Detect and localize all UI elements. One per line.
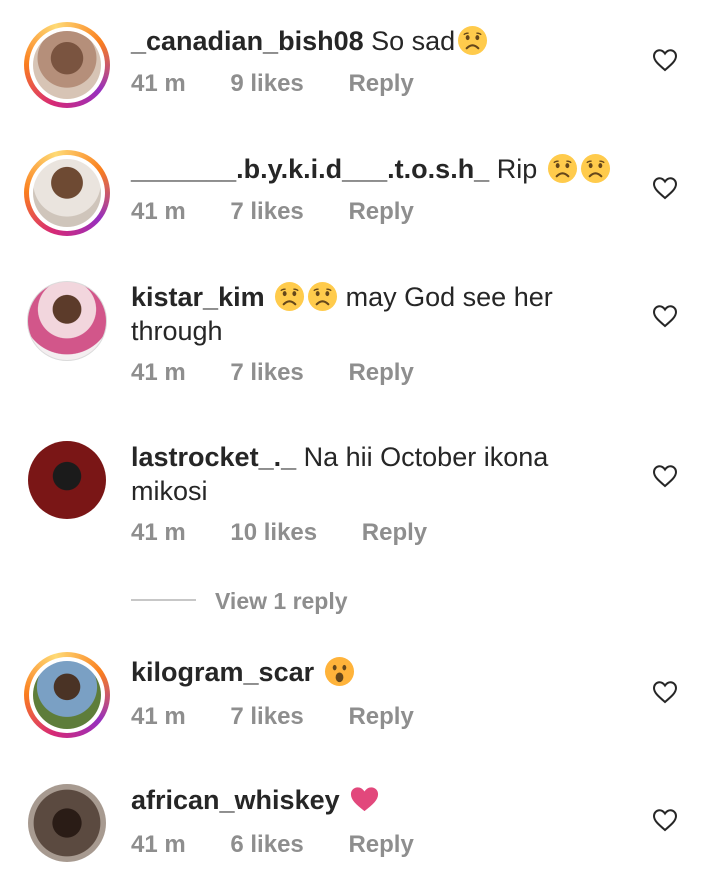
likes-count[interactable]: 6 likes <box>230 831 303 859</box>
username[interactable]: lastrocket_._ <box>131 442 296 472</box>
likes-count[interactable]: 7 likes <box>230 359 303 387</box>
avatar[interactable] <box>24 652 110 738</box>
sad-face-emoji-icon <box>580 153 611 184</box>
comment-body-cont: through <box>131 316 223 346</box>
comment-body: Rip <box>496 154 538 184</box>
timestamp: 41 m <box>131 70 186 97</box>
view-replies-label[interactable]: View 1 reply <box>215 588 348 615</box>
reply-button[interactable]: Reply <box>348 831 413 859</box>
sad-face-emoji-icon <box>547 153 578 184</box>
timestamp: 41 m <box>131 831 186 858</box>
username[interactable]: kilogram_scar <box>131 657 314 687</box>
likes-count[interactable]: 10 likes <box>230 519 317 547</box>
likes-count[interactable]: 7 likes <box>230 703 303 731</box>
comment-body: Na hii October ikona <box>303 442 549 472</box>
like-heart-icon[interactable] <box>652 808 678 832</box>
comment-meta: 41 m 7 likes Reply <box>131 703 414 731</box>
surprised-face-emoji-icon <box>324 656 355 687</box>
comment-body-cont: mikosi <box>131 476 208 506</box>
avatar[interactable] <box>24 150 110 236</box>
like-heart-icon[interactable] <box>652 48 678 72</box>
comment-text: _canadian_bish08 So sad <box>131 24 601 58</box>
timestamp: 41 m <box>131 198 186 225</box>
avatar[interactable] <box>24 22 110 108</box>
username[interactable]: kistar_kim <box>131 282 265 312</box>
comment-body: So sad <box>371 26 456 56</box>
reply-button[interactable]: Reply <box>348 703 413 731</box>
comment-body: may God see her <box>345 282 553 312</box>
sad-face-emoji-icon <box>457 25 488 56</box>
avatar[interactable] <box>24 780 110 866</box>
like-heart-icon[interactable] <box>652 464 678 488</box>
username[interactable]: _canadian_bish08 <box>131 26 364 56</box>
comment-meta: 41 m 10 likes Reply <box>131 519 427 547</box>
divider-line <box>131 599 196 601</box>
timestamp: 41 m <box>131 519 186 546</box>
pink-heart-emoji-icon <box>351 787 379 812</box>
reply-button[interactable]: Reply <box>362 519 427 547</box>
like-heart-icon[interactable] <box>652 304 678 328</box>
timestamp: 41 m <box>131 703 186 730</box>
likes-count[interactable]: 7 likes <box>230 198 303 226</box>
reply-button[interactable]: Reply <box>348 198 413 226</box>
reply-button[interactable]: Reply <box>348 70 413 98</box>
comment-meta: 41 m 7 likes Reply <box>131 359 414 387</box>
comment-text: lastrocket_._ Na hii October ikona mikos… <box>131 440 601 508</box>
avatar[interactable] <box>24 278 110 364</box>
comment-text: african_whiskey <box>131 783 601 817</box>
avatar[interactable] <box>24 437 110 523</box>
username[interactable]: _______.b.y.k.i.d___.t.o.s.h_ <box>131 154 489 184</box>
comment-meta: 41 m 7 likes Reply <box>131 198 414 226</box>
timestamp: 41 m <box>131 359 186 386</box>
comment-meta: 41 m 9 likes Reply <box>131 70 414 98</box>
like-heart-icon[interactable] <box>652 680 678 704</box>
sad-face-emoji-icon <box>274 281 305 312</box>
comment-text: kistar_kim may God see her through <box>131 280 601 348</box>
sad-face-emoji-icon <box>307 281 338 312</box>
comment-meta: 41 m 6 likes Reply <box>131 831 414 859</box>
likes-count[interactable]: 9 likes <box>230 70 303 98</box>
comment-text: _______.b.y.k.i.d___.t.o.s.h_ Rip <box>131 152 601 186</box>
username[interactable]: african_whiskey <box>131 785 340 815</box>
like-heart-icon[interactable] <box>652 176 678 200</box>
comment-text: kilogram_scar <box>131 655 601 689</box>
reply-button[interactable]: Reply <box>348 359 413 387</box>
